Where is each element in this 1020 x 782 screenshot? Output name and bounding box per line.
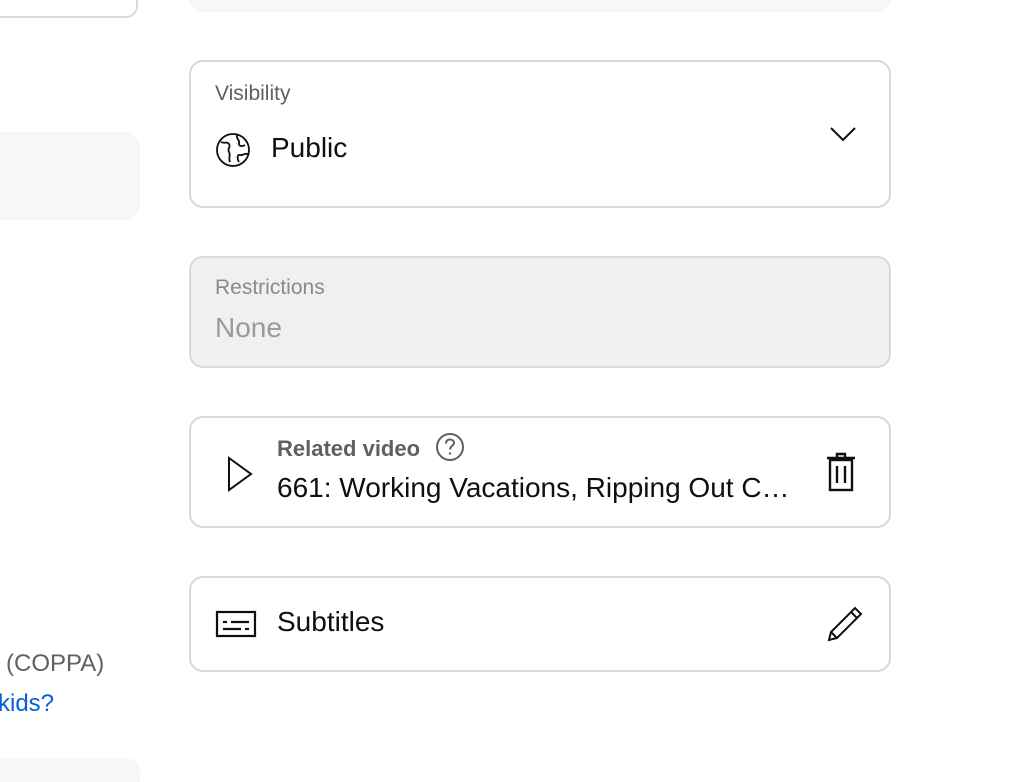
restrictions-field: Restrictions None xyxy=(189,256,891,368)
made-for-kids-link[interactable]: kids? xyxy=(0,690,54,718)
help-icon[interactable] xyxy=(435,432,465,462)
related-video-label: Related video xyxy=(277,436,421,461)
visibility-dropdown[interactable]: Visibility Public xyxy=(189,60,891,208)
globe-icon xyxy=(215,132,251,168)
related-video-card[interactable]: Related video 661: Working Vacations, Ri… xyxy=(189,416,891,528)
restrictions-value: None xyxy=(215,312,282,343)
visibility-value: Public xyxy=(271,132,348,163)
left-panel-bottom-block xyxy=(0,758,140,782)
top-field-strip xyxy=(189,0,891,12)
left-panel-block xyxy=(0,132,140,220)
coppa-text: (COPPA) xyxy=(6,650,105,677)
related-video-title[interactable]: 661: Working Vacations, Ripping Out Carp… xyxy=(277,472,791,504)
trash-icon[interactable] xyxy=(825,452,857,492)
restrictions-label: Restrictions xyxy=(215,276,325,299)
subtitles-icon xyxy=(215,608,259,640)
pencil-icon[interactable] xyxy=(823,602,867,646)
play-icon[interactable] xyxy=(225,454,255,494)
subtitles-card[interactable]: Subtitles xyxy=(189,576,891,672)
chevron-down-icon[interactable] xyxy=(827,122,859,146)
left-input-field[interactable] xyxy=(0,0,138,18)
visibility-label: Visibility xyxy=(215,82,291,105)
video-details-page: (COPPA) kids? Visibility Public Restrict… xyxy=(0,0,1020,782)
subtitles-label: Subtitles xyxy=(277,606,385,637)
